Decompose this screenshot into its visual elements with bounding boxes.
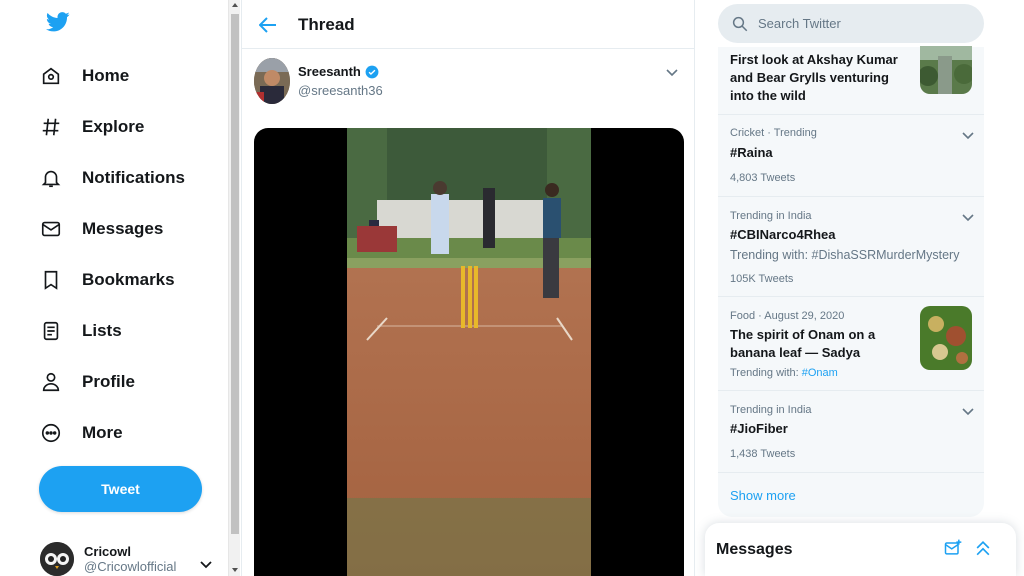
messages-drawer[interactable]: Messages bbox=[705, 523, 1016, 576]
author-name[interactable]: Sreesanth bbox=[298, 64, 361, 79]
trend-title: #Raina bbox=[730, 145, 773, 160]
nav-bookmarks-label: Bookmarks bbox=[82, 270, 175, 289]
show-more-link[interactable]: Show more bbox=[730, 488, 796, 503]
account-switcher[interactable]: Cricowl @Cricowlofficial bbox=[40, 542, 220, 576]
trend-date: August 29, 2020 bbox=[764, 310, 845, 322]
trend-tweet-count: 4,803 Tweets bbox=[730, 172, 796, 184]
trend-title: The spirit of Onam on a banana leaf — Sa… bbox=[730, 327, 876, 360]
nav-lists[interactable]: Lists bbox=[40, 311, 122, 351]
video-frame-cricket-nets bbox=[347, 128, 591, 576]
bell-icon bbox=[40, 165, 74, 191]
trending-with-hashtag[interactable]: #Onam bbox=[802, 367, 838, 379]
nav-lists-label: Lists bbox=[82, 321, 122, 340]
trending-with-label: Trending with: bbox=[730, 367, 799, 379]
bookmark-icon bbox=[40, 267, 74, 293]
envelope-icon bbox=[40, 216, 74, 242]
more-circle-icon bbox=[40, 420, 74, 446]
chevron-down-icon[interactable] bbox=[666, 64, 678, 82]
trends-panel: First look at Akshay Kumar and Bear Gryl… bbox=[718, 46, 984, 517]
trend-category-name: Food bbox=[730, 310, 756, 322]
twitter-logo-icon[interactable] bbox=[45, 11, 70, 35]
trend-category: Food · August 29, 2020 bbox=[730, 310, 845, 322]
page-scrollbar[interactable] bbox=[228, 0, 240, 576]
nav-home[interactable]: Home bbox=[40, 56, 129, 96]
trend-image bbox=[920, 46, 972, 94]
nav-more[interactable]: More bbox=[40, 413, 123, 453]
hashtag-icon bbox=[40, 114, 74, 140]
author-handle: @sreesanth36 bbox=[298, 83, 383, 98]
nav-messages-label: Messages bbox=[82, 219, 164, 238]
trend-tweet-count: 105K Tweets bbox=[730, 273, 794, 285]
new-message-icon[interactable] bbox=[943, 538, 963, 563]
trend-category: Trending in India bbox=[730, 210, 812, 222]
trend-item[interactable]: Cricket · Trending #Raina 4,803 Tweets bbox=[718, 115, 984, 197]
tweet-video[interactable] bbox=[254, 128, 684, 576]
nav-explore[interactable]: Explore bbox=[40, 107, 144, 147]
author-avatar[interactable] bbox=[254, 58, 290, 104]
right-sidebar: First look at Akshay Kumar and Bear Gryl… bbox=[697, 0, 1024, 576]
trend-category: Cricket · Trending bbox=[730, 127, 817, 139]
trend-image bbox=[920, 306, 972, 370]
avatar bbox=[40, 542, 74, 576]
scroll-up-arrow-icon[interactable] bbox=[232, 3, 238, 7]
list-icon bbox=[40, 318, 74, 344]
nav-notifications[interactable]: Notifications bbox=[40, 158, 185, 198]
account-name: Cricowl bbox=[84, 544, 131, 559]
chevron-down-icon[interactable] bbox=[962, 127, 974, 145]
scrollbar-thumb[interactable] bbox=[231, 14, 239, 534]
account-handle: @Cricowlofficial bbox=[84, 559, 177, 574]
nav-profile[interactable]: Profile bbox=[40, 362, 135, 402]
chevron-down-icon[interactable] bbox=[962, 209, 974, 227]
trend-item[interactable]: Food · August 29, 2020 The spirit of Ona… bbox=[718, 297, 984, 391]
trend-item[interactable]: Trending in India #CBINarco4Rhea Trendin… bbox=[718, 197, 984, 297]
trend-tweet-count: 1,438 Tweets bbox=[730, 448, 796, 460]
person-icon bbox=[40, 369, 74, 395]
trend-title: First look at Akshay Kumar and Bear Gryl… bbox=[730, 52, 898, 103]
trend-title: #CBINarco4Rhea bbox=[730, 227, 836, 242]
trend-trending-with: Trending with: #Onam bbox=[730, 367, 838, 379]
nav-notifications-label: Notifications bbox=[82, 168, 185, 187]
thread-column: Thread Sreesanth @sreesanth36 bbox=[241, 0, 695, 576]
trend-trending-with: Trending with: #DishaSSRMurderMystery bbox=[730, 248, 960, 262]
search-icon bbox=[732, 16, 748, 31]
verified-badge-icon bbox=[365, 65, 379, 79]
messages-drawer-title: Messages bbox=[716, 541, 793, 558]
back-button[interactable] bbox=[256, 13, 280, 37]
page-title: Thread bbox=[298, 15, 355, 34]
tweet-button[interactable]: Tweet bbox=[39, 466, 202, 512]
scroll-down-arrow-icon[interactable] bbox=[232, 568, 238, 572]
trend-item[interactable]: First look at Akshay Kumar and Bear Gryl… bbox=[718, 46, 984, 115]
nav-messages[interactable]: Messages bbox=[40, 209, 163, 249]
chevron-double-up-icon[interactable] bbox=[973, 538, 993, 563]
search-input[interactable] bbox=[758, 16, 958, 31]
left-navigation: Home Explore Notifications Messages Book… bbox=[0, 0, 228, 576]
nav-bookmarks[interactable]: Bookmarks bbox=[40, 260, 175, 300]
chevron-down-icon[interactable] bbox=[962, 403, 974, 421]
search-box[interactable] bbox=[718, 4, 984, 43]
author-name-row[interactable]: Sreesanth bbox=[298, 64, 379, 79]
home-icon bbox=[40, 63, 74, 89]
arrow-left-icon bbox=[259, 17, 276, 33]
trend-title: #JioFiber bbox=[730, 421, 788, 436]
trend-item[interactable]: Trending in India #JioFiber 1,438 Tweets bbox=[718, 391, 984, 473]
nav-profile-label: Profile bbox=[82, 372, 135, 391]
trend-category: Trending in India bbox=[730, 404, 812, 416]
nav-home-label: Home bbox=[82, 66, 130, 85]
chevron-down-icon bbox=[200, 556, 212, 574]
thread-header: Thread bbox=[242, 0, 694, 49]
tweet-author: Sreesanth @sreesanth36 bbox=[254, 58, 684, 108]
nav-more-label: More bbox=[82, 423, 123, 442]
nav-explore-label: Explore bbox=[82, 117, 145, 136]
